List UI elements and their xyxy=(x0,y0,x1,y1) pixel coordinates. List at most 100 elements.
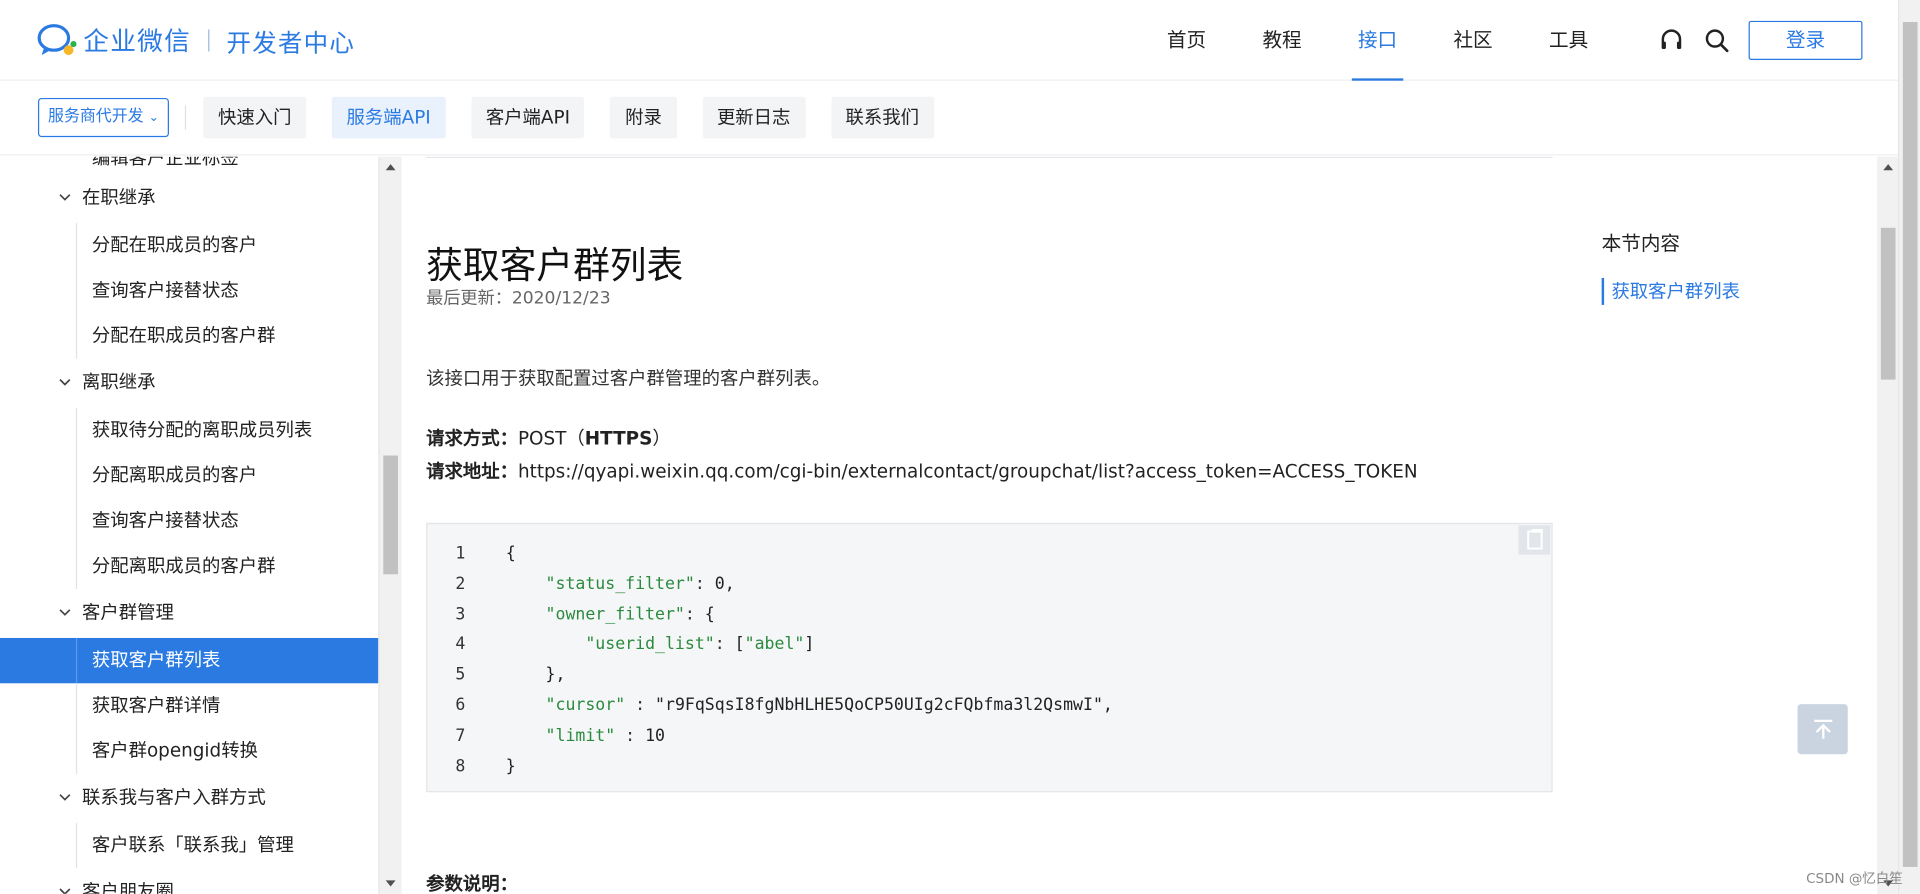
sub-tabs: 快速入门 服务端API 客户端API 附录 更新日志 联系我们 xyxy=(203,96,959,139)
sidebar-group-group-chat[interactable]: 客户群管理 xyxy=(58,599,174,625)
request-url: 请求地址：https://qyapi.weixin.qq.com/cgi-bin… xyxy=(426,458,1417,484)
nav-api[interactable]: 接口 xyxy=(1330,0,1426,81)
tree-rail xyxy=(75,453,78,499)
tab-contact[interactable]: 联系我们 xyxy=(830,96,934,139)
code-line: 6 "cursor" : "r9FqSqsI8fgNbHLHE5QoCP50UI… xyxy=(427,691,1113,720)
sidebar-item-label: 客户联系「联系我」管理 xyxy=(91,833,294,856)
sidebar-group-contact-me[interactable]: 联系我与客户入群方式 xyxy=(58,784,266,810)
page-title: 获取客户群列表 xyxy=(426,244,684,288)
window-scrollbar[interactable] xyxy=(1897,0,1920,894)
scroll-up-icon[interactable] xyxy=(385,164,396,171)
code-text: "cursor" : "r9FqSqsI8fgNbHLHE5QoCP50UIg2… xyxy=(545,695,1113,716)
sidebar-group-label: 离职继承 xyxy=(82,371,156,394)
sidebar-item[interactable]: 分配在职成员的客户 xyxy=(0,222,378,269)
search-icon[interactable] xyxy=(1703,27,1730,54)
nav-home[interactable]: 首页 xyxy=(1139,0,1235,81)
sidebar-group-label: 联系我与客户入群方式 xyxy=(82,786,266,809)
sidebar-item[interactable]: 查询客户接替状态 xyxy=(0,268,378,314)
line-number: 2 xyxy=(455,574,466,594)
main-nav: 首页 教程 接口 社区 工具 xyxy=(1139,0,1617,81)
request-method: 请求方式：POST（HTTPS） xyxy=(426,425,671,451)
sidebar-item[interactable]: 分配在职成员的客户群 xyxy=(0,313,378,359)
code-text: "limit" : 10 xyxy=(545,725,665,746)
sidebar-item[interactable]: 客户联系「联系我」管理 xyxy=(0,822,378,869)
sidebar-item-label: 获取客户群列表 xyxy=(91,648,221,672)
code-block: 1{2 "status_filter": 0, 3 "owner_filter":… xyxy=(426,522,1553,793)
line-number: 3 xyxy=(455,604,466,624)
sidebar-item-label: 获取客户群详情 xyxy=(91,694,221,717)
sidebar-item[interactable]: 分配离职成员的客户 xyxy=(0,453,378,499)
request-url-label: 请求地址： xyxy=(426,460,518,483)
headset-icon[interactable] xyxy=(1658,27,1685,54)
request-method-end: ） xyxy=(652,427,671,450)
sidebar-scrollbar[interactable] xyxy=(378,156,402,894)
line-number: 1 xyxy=(455,543,466,564)
dev-mode-select[interactable]: 服务商代开发 ⌄ xyxy=(37,97,169,138)
content-scroll-thumb[interactable] xyxy=(1880,227,1896,380)
code-text: "status_filter": 0, xyxy=(545,574,735,594)
request-url-value[interactable]: https://qyapi.weixin.qq.com/cgi-bin/exte… xyxy=(518,460,1418,482)
toc-link[interactable]: 获取客户群列表 xyxy=(1601,277,1740,305)
sidebar-group-active-transfer[interactable]: 在职继承 xyxy=(58,184,156,210)
line-number: 5 xyxy=(455,665,466,685)
api-description: 该接口用于获取配置过客户群管理的客户群列表。 xyxy=(426,367,831,390)
tab-client-api[interactable]: 客户端API xyxy=(471,96,585,139)
chevron-down-icon: ⌄ xyxy=(148,111,159,125)
tree-rail xyxy=(75,683,78,729)
code-line: 7 "limit" : 10 xyxy=(427,721,665,750)
subbar-divider xyxy=(184,105,187,130)
tab-server-api[interactable]: 服务端API xyxy=(331,96,446,139)
sidebar-item[interactable]: 获取客户群详情 xyxy=(0,683,378,729)
toc-title: 本节内容 xyxy=(1601,231,1681,255)
sidebar-scroll-thumb[interactable] xyxy=(383,455,398,575)
copy-icon[interactable] xyxy=(1518,525,1551,555)
chevron-down-icon xyxy=(59,378,71,386)
scroll-down-icon[interactable] xyxy=(385,880,396,887)
tab-changelog[interactable]: 更新日志 xyxy=(702,96,806,139)
sidebar-item-partial[interactable]: 编辑客户企业标签 xyxy=(92,157,239,170)
tree-rail xyxy=(75,268,78,314)
sidebar-group-label: 客户朋友圈 xyxy=(82,880,174,894)
sidebar-item-label: 分配在职成员的客户 xyxy=(91,233,258,256)
sidebar-item[interactable]: 分配离职成员的客户群 xyxy=(0,543,378,589)
window-scroll-thumb[interactable] xyxy=(1902,22,1918,867)
sidebar-group-label: 在职继承 xyxy=(82,186,156,209)
chevron-down-icon xyxy=(59,193,71,201)
sidebar-item-label: 分配离职成员的客户群 xyxy=(91,554,276,577)
sidebar-group-moments[interactable]: 客户朋友圈 xyxy=(58,878,174,894)
code-text: } xyxy=(505,756,516,776)
nav-tutorial[interactable]: 教程 xyxy=(1234,0,1330,81)
line-number: 8 xyxy=(455,756,466,776)
sidebar-item[interactable]: 查询客户接替状态 xyxy=(0,498,378,544)
doc-content: 获取客户群列表 最后更新：2020/12/23 该接口用于获取配置过客户群管理的… xyxy=(402,156,1878,894)
line-number: 7 xyxy=(455,725,466,746)
sidebar-item-label: 查询客户接替状态 xyxy=(91,509,239,532)
sidebar-item-label: 分配离职成员的客户 xyxy=(91,464,258,487)
tab-quickstart[interactable]: 快速入门 xyxy=(203,96,307,139)
tree-rail xyxy=(75,637,78,684)
code-text: }, xyxy=(505,665,566,685)
tab-appendix[interactable]: 附录 xyxy=(610,96,677,139)
sidebar-item[interactable]: 客户群opengid转换 xyxy=(0,728,378,774)
code-text: "owner_filter": { xyxy=(545,604,715,624)
back-to-top-button[interactable] xyxy=(1797,704,1848,755)
top-navbar: 企业微信 开发者中心 首页 教程 接口 社区 工具 登录 xyxy=(0,0,1898,81)
sidebar-item-active[interactable]: 获取客户群列表 xyxy=(0,637,379,684)
tree-rail xyxy=(75,728,78,774)
content-scrollbar[interactable] xyxy=(1877,156,1898,894)
code-line: 2 "status_filter": 0, xyxy=(427,569,734,598)
nav-community[interactable]: 社区 xyxy=(1425,0,1521,81)
nav-tools[interactable]: 工具 xyxy=(1521,0,1617,81)
sidebar-item-label: 客户群opengid转换 xyxy=(91,739,258,762)
scroll-up-icon[interactable] xyxy=(1883,164,1894,171)
code-line: 4 "userid_list": ["abel"] xyxy=(427,630,814,659)
brand-logo[interactable]: 企业微信 开发者中心 xyxy=(37,22,355,59)
login-button[interactable]: 登录 xyxy=(1748,20,1863,61)
line-number: 6 xyxy=(455,695,466,716)
tree-rail xyxy=(75,222,78,269)
sidebar-group-resigned-transfer[interactable]: 离职继承 xyxy=(58,369,156,395)
wecom-logo-icon xyxy=(37,24,77,56)
tree-rail xyxy=(75,543,78,589)
sidebar-item[interactable]: 获取待分配的离职成员列表 xyxy=(0,407,378,454)
watermark: CSDN @忆白笙 xyxy=(1806,870,1903,887)
